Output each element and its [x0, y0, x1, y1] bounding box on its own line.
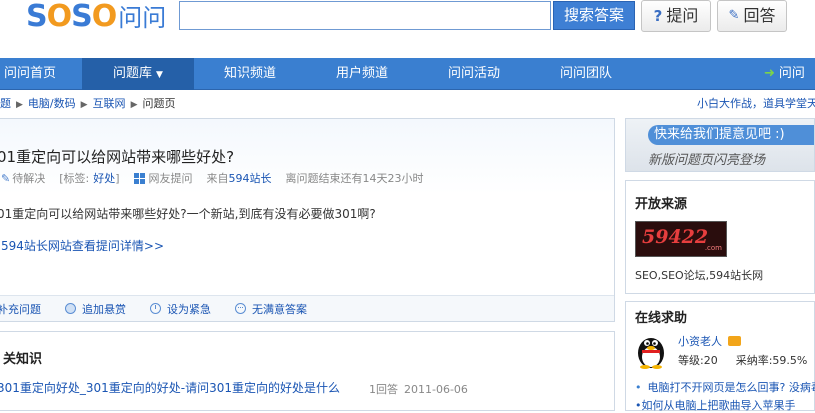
- add-reward-label: 追加悬赏: [82, 301, 126, 317]
- breadcrumb-item-current: 问题页: [142, 97, 175, 110]
- supplement-question-button[interactable]: 补充问题: [0, 301, 41, 317]
- source-site-logo[interactable]: 59422 .com: [635, 221, 727, 257]
- question-panel: 01重定向可以给网站带来哪些好处? ✎ 待解决 [标签: 好处 ] 网友提问 来…: [0, 118, 615, 322]
- search-answers-button[interactable]: 搜索答案: [553, 1, 635, 30]
- chevron-right-icon: ▶: [16, 100, 23, 110]
- source-logo-domain: .com: [705, 244, 722, 252]
- chevron-down-icon: ▼: [156, 70, 163, 80]
- ask-question-button[interactable]: ? 提问: [641, 0, 711, 32]
- nav-activities[interactable]: 问问活动: [434, 58, 514, 90]
- question-title: 01重定向可以给网站带来哪些好处?: [0, 146, 234, 167]
- header: SOSO 问问 搜索答案 ? 提问 ✎ 回答: [0, 0, 815, 58]
- coin-icon: [65, 303, 76, 314]
- helper-adoption-rate: 采纳率:59.5%: [736, 354, 808, 367]
- grid-icon: [134, 173, 145, 184]
- question-mark-icon: ?: [654, 1, 663, 31]
- answer-button[interactable]: ✎ 回答: [717, 0, 787, 32]
- nav-knowledge-channel[interactable]: 知识频道: [210, 58, 290, 90]
- nav-more-label: 问问: [779, 66, 805, 81]
- nav-home[interactable]: 问问首页: [0, 58, 70, 90]
- supplement-question-label: 补充问题: [0, 301, 41, 317]
- tag-link[interactable]: 好处: [93, 170, 115, 186]
- pencil-icon: ✎: [729, 1, 740, 31]
- related-knowledge-panel: 关知识 301重定向好处_301重定向的好处-请问301重定向的好处是什么 1回…: [0, 331, 615, 411]
- ask-question-label: 提问: [666, 1, 698, 31]
- from-site-link[interactable]: 594站长: [229, 170, 272, 186]
- main-nav: 问问首页 问题库 ▼ 知识频道 用户频道 问问活动 问问团队 ➜ 问问: [0, 58, 815, 90]
- search-input[interactable]: [179, 1, 551, 30]
- nav-question-library-label: 问题库: [113, 66, 152, 81]
- add-reward-button[interactable]: 追加悬赏: [65, 301, 126, 317]
- feedback-banner-subtitle: 新版问题页闪亮登场: [648, 149, 765, 168]
- help-question-link-2[interactable]: •如何从电脑上把歌曲导入苹果手: [635, 397, 796, 413]
- question-meta: ✎ 待解决 [标签: 好处 ] 网友提问 来自 594站长 离问题结束还有14天…: [1, 170, 424, 186]
- question-body: 01重定向可以给网站带来哪些好处?一个新站,到底有没有必要做301啊?: [0, 205, 376, 222]
- crown-icon: [728, 336, 741, 346]
- breadcrumb-item-computers[interactable]: 电脑/数码: [28, 97, 76, 110]
- tags-label: [标签:: [59, 170, 89, 186]
- tags-close: ]: [115, 172, 119, 185]
- help-question-text: 电脑打不开网页是怎么回事? 没病毒: [648, 381, 815, 394]
- chevron-right-icon: ▶: [131, 100, 138, 110]
- online-help-heading: 在线求助: [635, 307, 687, 326]
- helper-level: 等级:20: [678, 354, 718, 367]
- feedback-banner-title: 快来给我们提意见吧 :): [648, 125, 815, 145]
- face-icon: [235, 303, 246, 314]
- related-knowledge-title: 关知识: [3, 348, 42, 367]
- nav-question-library[interactable]: 问题库 ▼: [82, 58, 194, 90]
- open-source-heading: 开放来源: [635, 193, 687, 212]
- open-source-panel: 开放来源 59422 .com SEO,SEO论坛,594站长网: [625, 180, 815, 294]
- source-caption: SEO,SEO论坛,594站长网: [635, 267, 763, 283]
- question-source: 网友提问: [149, 170, 193, 186]
- pencil-icon: ✎: [1, 172, 10, 185]
- related-item-link[interactable]: 301重定向好处_301重定向的好处-请问301重定向的好处是什么: [0, 379, 340, 396]
- help-question-text-2: 如何从电脑上把歌曲导入苹果手: [642, 399, 796, 412]
- time-left: 离问题结束还有14天23小时: [286, 170, 424, 186]
- question-status: 待解决: [12, 170, 45, 186]
- promo-link[interactable]: 小白大作战，道具学堂天: [697, 94, 815, 114]
- logo-wenwen-text: 问问: [118, 1, 166, 35]
- breadcrumb-item-internet[interactable]: 互联网: [93, 97, 126, 110]
- nav-team[interactable]: 问问团队: [546, 58, 626, 90]
- question-header: 01重定向可以给网站带来哪些好处? ✎ 待解决 [标签: 好处 ] 网友提问 来…: [0, 119, 614, 194]
- chevron-right-icon: ▶: [81, 100, 88, 110]
- breadcrumb-item-topic[interactable]: 题: [0, 97, 11, 110]
- clock-icon: [150, 303, 161, 314]
- logo-soso-text: SOSO: [26, 0, 116, 34]
- related-item-answers: 1回答: [369, 383, 398, 396]
- penguin-avatar-icon[interactable]: [635, 331, 667, 369]
- question-detail-link[interactable]: 594站长网站查看提问详情>>: [1, 237, 164, 254]
- online-help-panel: 在线求助 小资老人 等级:20 采纳率:59.5% • 电脑打不开网页是怎么回事? …: [625, 301, 815, 411]
- arrow-right-icon: ➜: [764, 66, 775, 81]
- nav-user-channel[interactable]: 用户频道: [322, 58, 402, 90]
- helper-stats: 等级:20 采纳率:59.5%: [678, 352, 807, 368]
- source-logo-number: 59422: [642, 226, 708, 248]
- question-actions: 补充问题 追加悬赏 设为紧急 无满意答案: [0, 295, 614, 321]
- related-item-date: 2011-06-06: [404, 383, 468, 396]
- helper-name: 小资老人: [678, 333, 722, 349]
- from-label: 来自: [207, 170, 229, 186]
- bullet-icon: •: [635, 381, 642, 394]
- nav-more[interactable]: ➜ 问问: [764, 58, 815, 90]
- soso-wenwen-logo[interactable]: SOSO 问问: [26, 0, 166, 34]
- help-question-link[interactable]: • 电脑打不开网页是怎么回事? 没病毒: [635, 379, 815, 395]
- breadcrumb: 题 ▶ 电脑/数码 ▶ 互联网 ▶ 问题页: [0, 94, 175, 114]
- set-urgent-button[interactable]: 设为紧急: [150, 301, 211, 317]
- related-item-meta: 1回答 2011-06-06: [369, 381, 468, 397]
- set-urgent-label: 设为紧急: [167, 301, 211, 317]
- feedback-banner[interactable]: 快来给我们提意见吧 :) 新版问题页闪亮登场: [625, 118, 815, 172]
- no-satisfactory-label: 无满意答案: [252, 301, 307, 317]
- helper-name-link[interactable]: 小资老人: [678, 333, 741, 349]
- answer-label: 回答: [743, 1, 775, 31]
- no-satisfactory-answer-button[interactable]: 无满意答案: [235, 301, 307, 317]
